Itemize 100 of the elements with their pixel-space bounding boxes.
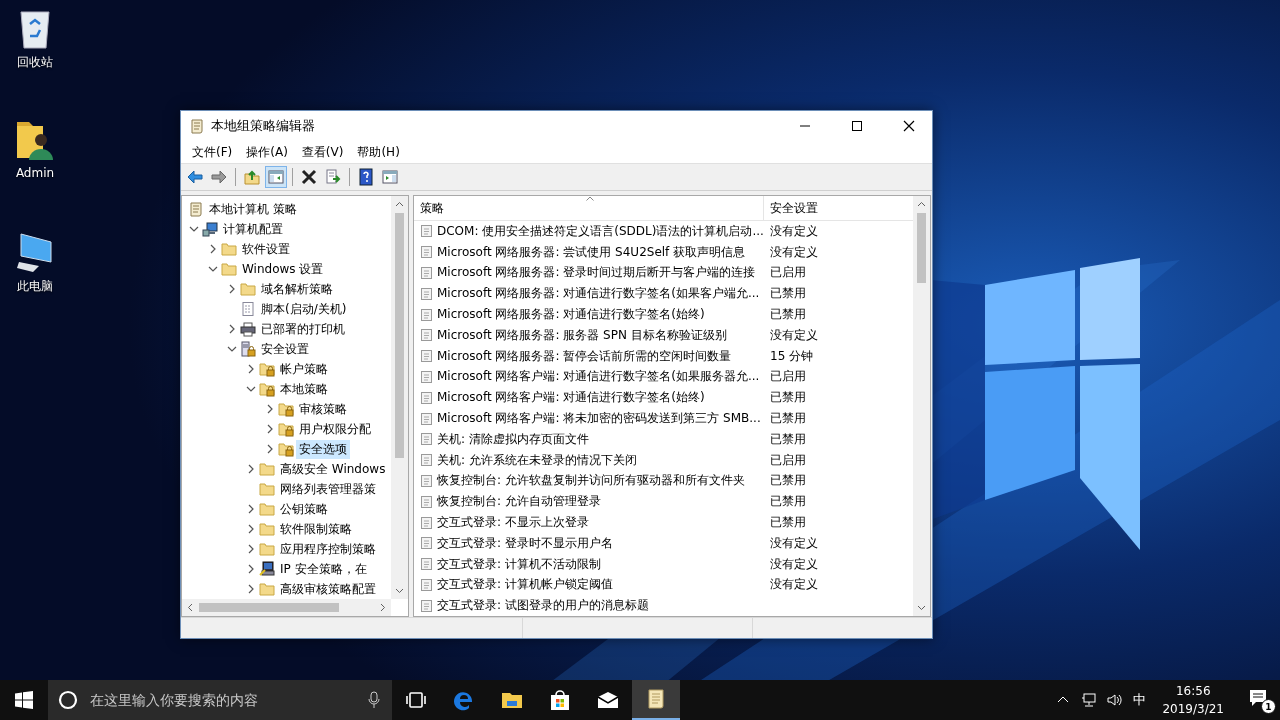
tree-item[interactable]: 网络列表管理器策 — [277, 479, 379, 499]
policy-icon — [420, 307, 434, 322]
policy-icon — [420, 432, 434, 447]
table-cell: 关机: 清除虚拟内存页面文件 — [437, 430, 589, 448]
search-box[interactable]: 在这里输入你要搜索的内容 — [48, 680, 392, 720]
policy-icon — [420, 598, 434, 613]
close-icon — [903, 120, 915, 132]
scroll-icon — [188, 201, 204, 217]
table-cell-text: 没有定义 — [769, 576, 818, 594]
column-header[interactable]: 安全设置 — [764, 196, 824, 220]
tree-item[interactable]: Windows 设置 — [239, 259, 327, 279]
policy-icon — [420, 286, 434, 301]
notification-count: 1 — [1261, 699, 1276, 714]
folder-icon — [221, 261, 237, 277]
network-icon[interactable] — [1081, 692, 1098, 708]
table-cell-text: 已启用 — [769, 368, 806, 386]
microphone-icon[interactable] — [366, 691, 382, 709]
table-cell: Microsoft 网络客户端: 对通信进行数字签名(始终) — [437, 389, 705, 407]
tree-item[interactable]: 本地计算机 策略 — [206, 199, 300, 219]
sort-caret-icon — [586, 196, 594, 201]
table-cell: 交互式登录: 试图登录的用户的消息标题 — [437, 597, 649, 615]
folder-icon — [259, 541, 275, 557]
vertical-scrollbar[interactable] — [913, 196, 930, 616]
tree-item[interactable]: IP 安全策略，在 — [277, 559, 370, 579]
horizontal-scrollbar[interactable] — [182, 599, 391, 616]
table-cell-text: 已禁用 — [769, 410, 806, 428]
policy-icon — [420, 577, 434, 592]
tree-item[interactable]: 帐户策略 — [277, 359, 331, 379]
locked-folder-icon — [278, 421, 294, 437]
tree-item[interactable]: 高级审核策略配置 — [277, 579, 379, 599]
date-text: 2019/3/21 — [1162, 701, 1224, 718]
table-cell-text: 已禁用 — [769, 472, 806, 490]
server-lock-icon — [240, 341, 256, 357]
menu-item[interactable]: 帮助(H) — [350, 141, 407, 163]
tree-item[interactable]: 已部署的打印机 — [258, 319, 348, 339]
table-cell: Microsoft 网络服务器: 暂停会话前所需的空闲时间数量 — [437, 347, 732, 365]
table-cell-text: 没有定义 — [769, 326, 818, 344]
tree-item[interactable]: 域名解析策略 — [258, 279, 336, 299]
taskbar-app-button[interactable] — [632, 680, 680, 720]
table-cell-text: 已禁用 — [769, 389, 806, 407]
tree-item[interactable]: 应用程序控制策略 — [277, 539, 379, 559]
locked-folder-icon — [259, 361, 275, 377]
printer-icon — [240, 321, 256, 337]
folder-icon — [240, 281, 256, 297]
locked-folder-icon — [278, 401, 294, 417]
policy-icon — [420, 390, 434, 405]
policy-icon — [420, 473, 434, 488]
vertical-scrollbar[interactable] — [391, 196, 408, 599]
desktop-icon-label[interactable]: Admin — [15, 166, 55, 180]
tree-item[interactable]: 安全选项 — [296, 439, 350, 459]
tree-item[interactable]: 用户权限分配 — [296, 419, 374, 439]
folder-icon — [259, 581, 275, 597]
policy-icon — [420, 536, 434, 551]
folder-icon — [259, 481, 275, 497]
table-cell: Microsoft 网络服务器: 对通信进行数字签名(始终) — [437, 306, 705, 324]
menu-item[interactable]: 操作(A) — [239, 141, 295, 163]
table-cell: 恢复控制台: 允许软盘复制并访问所有驱动器和所有文件夹 — [437, 472, 745, 490]
tree-item[interactable]: 高级安全 Windows — [277, 459, 389, 479]
folder-icon — [259, 461, 275, 477]
desktop-icon-label[interactable]: 此电脑 — [17, 278, 53, 295]
shopping-bag-icon — [548, 688, 572, 712]
table-cell-text: 没有定义 — [769, 555, 818, 573]
tree-item[interactable]: 软件限制策略 — [277, 519, 355, 539]
volume-icon[interactable] — [1107, 692, 1124, 708]
menu-item[interactable]: 查看(V) — [294, 141, 351, 163]
table-cell: Microsoft 网络客户端: 对通信进行数字签名(如果服务器允... — [437, 368, 760, 386]
tree-item[interactable]: 公钥策略 — [277, 499, 331, 519]
search-field[interactable]: 在这里输入你要搜索的内容 — [88, 691, 356, 709]
tree-item[interactable]: 软件设置 — [239, 239, 293, 259]
tree-item[interactable]: 安全设置 — [258, 339, 312, 359]
maximize-icon — [851, 120, 863, 132]
scrollbar-thumb[interactable] — [917, 213, 926, 283]
locked-folder-icon — [278, 441, 294, 457]
input-method-indicator[interactable]: 中 — [1133, 691, 1147, 709]
table-cell-text: 已启用 — [769, 264, 806, 282]
pane-toggle-icon[interactable] — [265, 166, 287, 188]
computer-icon — [15, 230, 55, 274]
clock[interactable]: 16:56 2019/3/21 — [1156, 682, 1230, 718]
policy-icon — [420, 349, 434, 364]
tree-item[interactable]: 计算机配置 — [220, 219, 286, 239]
menu-item[interactable]: 文件(F) — [185, 141, 240, 163]
table-cell: 恢复控制台: 允许自动管理登录 — [437, 493, 601, 511]
table-cell: Microsoft 网络客户端: 将未加密的密码发送到第三方 SMB... — [437, 410, 761, 428]
column-header[interactable]: 策略 — [414, 196, 764, 220]
policy-icon — [420, 515, 434, 530]
table-cell-text: 已禁用 — [769, 514, 806, 532]
scrollbar-thumb[interactable] — [199, 603, 339, 612]
desktop-icon-label[interactable]: 回收站 — [17, 54, 53, 71]
table-cell-text: 没有定义 — [769, 243, 818, 261]
tree-item[interactable]: 脚本(启动/关机) — [258, 299, 350, 319]
scrollbar-thumb[interactable] — [395, 213, 404, 458]
policy-icon — [420, 411, 434, 426]
folder-icon — [259, 521, 275, 537]
table-cell-text: 15 分钟 — [769, 347, 814, 365]
tree-item[interactable]: 审核策略 — [296, 399, 350, 419]
table-cell-text: 没有定义 — [769, 222, 818, 240]
table-cell: 交互式登录: 计算机帐户锁定阈值 — [437, 576, 613, 594]
table-cell: Microsoft 网络服务器: 尝试使用 S4U2Self 获取声明信息 — [437, 243, 746, 261]
window-title: 本地组策略编辑器 — [211, 117, 316, 135]
tree-item[interactable]: 本地策略 — [277, 379, 331, 399]
